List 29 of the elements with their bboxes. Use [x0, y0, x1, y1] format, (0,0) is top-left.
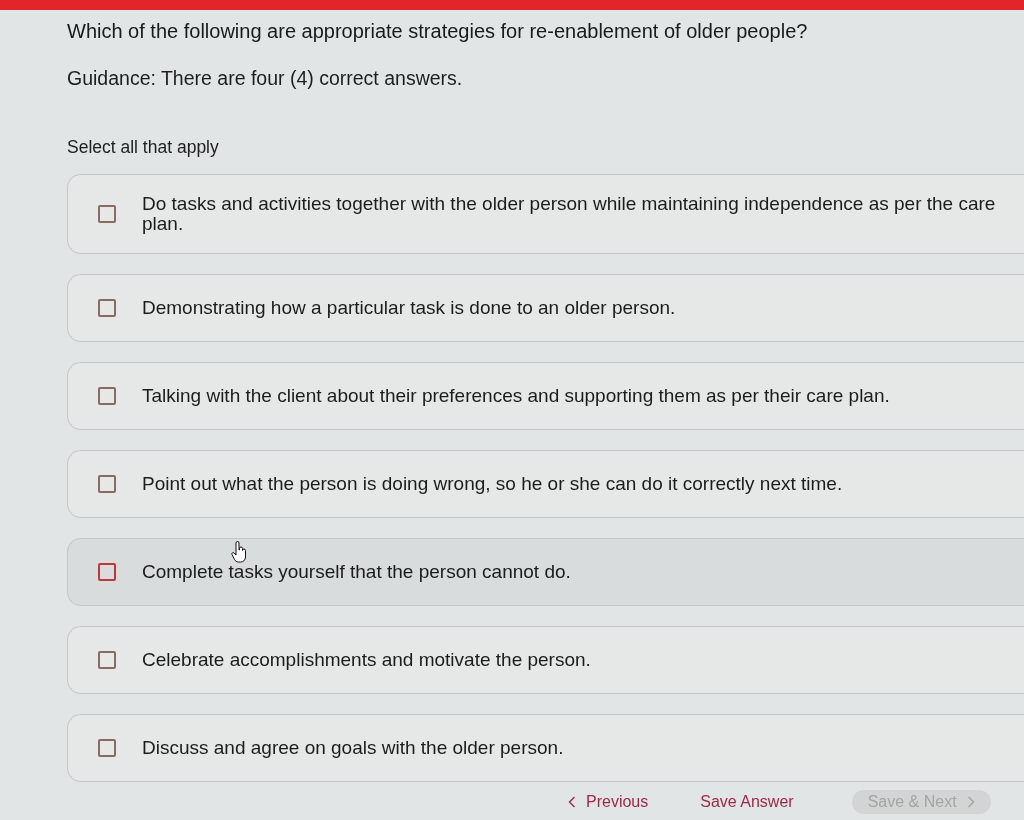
checkbox[interactable]	[98, 651, 116, 669]
chevron-right-icon	[966, 796, 975, 808]
question-title: Which of the following are appropriate strategies for re-enablement of older people?	[67, 19, 809, 44]
option-text: Demonstrating how a particular task is done to an older person.	[142, 298, 676, 318]
option-text: Do tasks and activities together with the older person while maintaining independence as per the care plan.	[142, 194, 997, 234]
chevron-left-icon	[568, 796, 576, 808]
option-text: Celebrate accomplishments and motivate the person.	[142, 650, 591, 670]
checkbox[interactable]	[98, 205, 116, 223]
option-card[interactable]: Point out what the person is doing wrong, so he or she can do it correctly next time.	[67, 450, 1024, 518]
option-text: Complete tasks yourself that the person cannot do.	[142, 562, 571, 582]
option-card[interactable]: Celebrate accomplishments and motivate the person.	[67, 626, 1024, 694]
checkbox[interactable]	[98, 563, 116, 581]
option-text: Point out what the person is doing wrong, so he or she can do it correctly next time.	[142, 474, 843, 494]
checkbox[interactable]	[98, 475, 116, 493]
option-card[interactable]: Talking with the client about their preferences and supporting them as per their care plan.	[67, 362, 1024, 430]
previous-button[interactable]: Previous	[560, 790, 657, 814]
checkbox[interactable]	[98, 299, 116, 317]
instruction-text: Select all that apply	[67, 136, 220, 158]
option-card[interactable]: Do tasks and activities together with the older person while maintaining independence as per the care plan.	[67, 174, 1024, 254]
option-card[interactable]: Discuss and agree on goals with the older person.	[67, 714, 1024, 782]
hand-cursor-icon	[231, 541, 247, 563]
save-answer-button[interactable]: Save Answer	[692, 790, 802, 814]
option-text: Talking with the client about their preferences and supporting them as per their care plan.	[142, 386, 890, 406]
checkbox[interactable]	[98, 387, 116, 405]
option-card[interactable]: Demonstrating how a particular task is done to an older person.	[67, 274, 1024, 342]
checkbox[interactable]	[98, 739, 116, 757]
guidance-text: Guidance: There are four (4) correct answers.	[67, 66, 464, 90]
option-text: Discuss and agree on goals with the older person.	[142, 738, 564, 758]
option-card[interactable]: Complete tasks yourself that the person cannot do.	[67, 538, 1024, 606]
